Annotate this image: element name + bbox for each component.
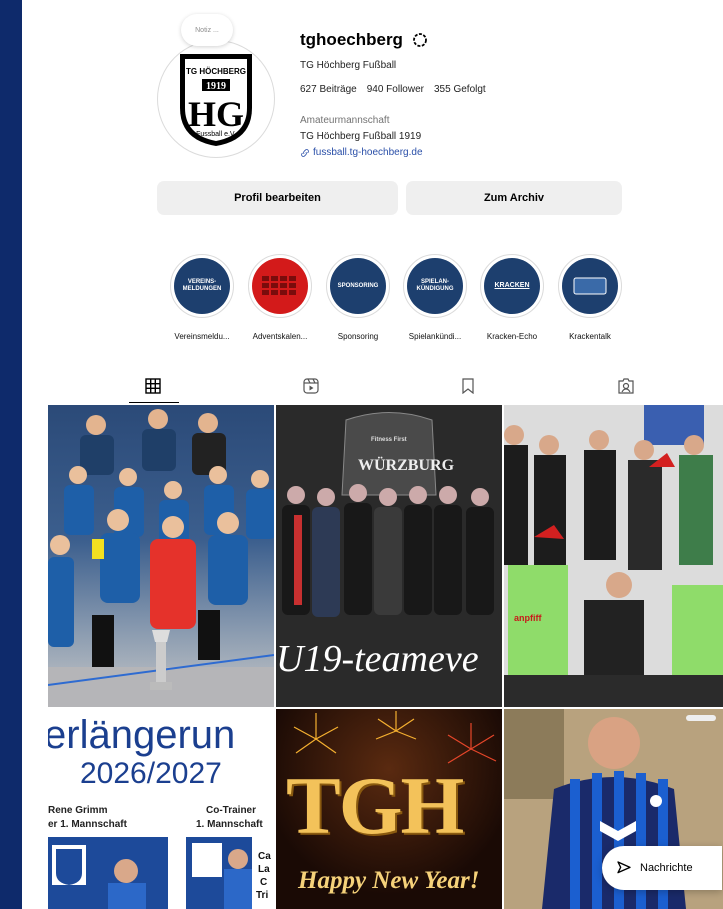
bio-line: TG Höchberg Fußball 1919 xyxy=(300,131,422,142)
link-icon xyxy=(301,148,309,157)
post-thumbnail[interactable]: Fitness First WÜRZBURG U19-teameve xyxy=(276,405,502,707)
username-row: tghoechberg xyxy=(300,30,429,50)
highlight-cover xyxy=(562,258,618,314)
grid-icon xyxy=(145,378,161,394)
highlight-ring: VEREINS- MELDUNGEN xyxy=(170,254,234,318)
stats-row: 627 Beiträge 940 Follower 355 Gefolgt xyxy=(300,84,486,95)
post-role-right: 1. Mannschaft xyxy=(196,819,263,830)
post-caption-text: U19-teameve xyxy=(276,638,479,680)
highlight-vereinsmeldungen[interactable]: VEREINS- MELDUNGEN Vereinsmeldu... xyxy=(170,254,234,341)
highlight-ring: SPONSORING xyxy=(326,254,390,318)
message-button-label: Nachrichte xyxy=(640,862,693,874)
highlight-cover: VEREINS- MELDUNGEN xyxy=(174,258,230,314)
settings-gear-icon[interactable] xyxy=(411,31,429,49)
avatar[interactable]: TG HÖCHBERG 1919 HG Fussball e.V. xyxy=(157,40,275,158)
profile-tabs xyxy=(22,366,723,404)
post-season-text: 2026/2027 xyxy=(80,757,222,790)
followers-count[interactable]: 940 Follower xyxy=(367,84,424,95)
website-link[interactable]: fussball.tg-hoechberg.de xyxy=(300,147,423,158)
category: Amateurmannschaft xyxy=(300,115,390,126)
note-bubble[interactable]: Notiz ... xyxy=(181,14,233,46)
highlight-ring: SPIELAN- KÜNDIGUNG xyxy=(403,254,467,318)
post-title-text: erlängerun xyxy=(48,713,236,757)
reels-icon xyxy=(303,378,319,394)
posts-count[interactable]: 627 Beiträge xyxy=(300,84,357,95)
logo-bottom-text: Fussball e.V. xyxy=(196,131,236,138)
highlight-cover: KRACKEN xyxy=(484,258,540,314)
highlight-ring xyxy=(558,254,622,318)
logo-top-text: TG HÖCHBERG xyxy=(186,67,246,76)
website-text: fussball.tg-hoechberg.de xyxy=(313,147,423,158)
edit-profile-button[interactable]: Profil bearbeiten xyxy=(157,181,398,215)
highlight-adventskalender[interactable]: Adventskalen... xyxy=(248,254,312,341)
post-photo-celebration xyxy=(504,405,723,707)
message-button[interactable]: Nachrichte xyxy=(602,846,722,890)
highlight-spielankuendigung[interactable]: SPIELAN- KÜNDIGUNG Spielankündi... xyxy=(403,254,467,341)
post-name-right: Co-Trainer xyxy=(206,805,257,816)
svg-text:HG: HG xyxy=(188,94,244,134)
note-label: Notiz ... xyxy=(195,26,219,34)
highlight-cover: SPIELAN- KÜNDIGUNG xyxy=(407,258,463,314)
post-script-text: Happy New Year! xyxy=(298,867,480,894)
post-banner-text: WÜRZBURG xyxy=(358,457,455,474)
highlight-ring xyxy=(248,254,312,318)
highlight-cover: SPONSORING xyxy=(330,258,386,314)
post-name-left: Rene Grimm xyxy=(48,805,108,816)
highlight-cover xyxy=(252,258,308,314)
post-role-left: er 1. Mannschaft xyxy=(48,819,127,830)
post-fragment-4: Tri xyxy=(256,890,269,901)
screen-icon xyxy=(573,277,607,295)
tab-tagged[interactable] xyxy=(614,374,638,398)
post-brand-text: Fitness First xyxy=(371,437,407,443)
tagged-icon xyxy=(618,378,634,394)
post-fragment-3: C xyxy=(260,877,268,888)
profile-panel: Notiz ... TG HÖCHBERG 1919 HG Fussball e… xyxy=(22,0,723,909)
post-photo-team-trophy xyxy=(48,409,274,707)
tab-posts[interactable] xyxy=(141,374,165,398)
post-thumbnail[interactable]: TGH Happy New Year! xyxy=(276,709,502,909)
highlight-sponsoring[interactable]: SPONSORING Sponsoring xyxy=(326,254,390,341)
highlight-ring: KRACKEN xyxy=(480,254,544,318)
highlight-kracken-echo[interactable]: KRACKEN Kracken-Echo xyxy=(480,254,544,341)
following-count[interactable]: 355 Gefolgt xyxy=(434,84,486,95)
post-thumbnail[interactable]: anpfiff xyxy=(504,405,723,707)
post-thumbnail[interactable]: erlängerun 2026/2027 Rene Grimm er 1. Ma… xyxy=(48,709,274,909)
post-shirt-text: anpfiff xyxy=(514,613,542,623)
highlight-label: Krackentalk xyxy=(569,332,611,341)
username: tghoechberg xyxy=(300,30,403,49)
post-photo-coaches xyxy=(48,837,252,909)
post-big-text: TGH xyxy=(286,760,464,851)
calendar-grid-icon xyxy=(262,276,296,295)
logo-year: 1919 xyxy=(206,81,226,92)
post-fragment-2: La xyxy=(258,864,270,875)
active-tab-indicator xyxy=(129,402,179,403)
post-thumbnail[interactable] xyxy=(48,405,274,707)
post-fragment-1: Ca xyxy=(258,851,271,862)
club-logo: TG HÖCHBERG 1919 HG Fussball e.V. xyxy=(180,54,252,146)
full-name: TG Höchberg Fußball xyxy=(300,60,397,71)
saved-icon xyxy=(462,378,474,394)
archive-button[interactable]: Zum Archiv xyxy=(406,181,622,215)
tab-reels[interactable] xyxy=(299,374,323,398)
tab-saved[interactable] xyxy=(456,374,480,398)
highlight-krackentalk[interactable]: Krackentalk xyxy=(558,254,622,341)
send-icon xyxy=(617,861,631,874)
